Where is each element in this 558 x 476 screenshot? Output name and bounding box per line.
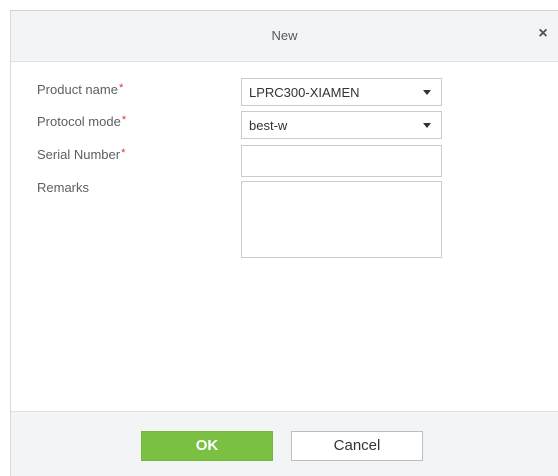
protocol-mode-label: Protocol mode* xyxy=(37,114,126,129)
product-name-label: Product name* xyxy=(37,82,123,97)
chevron-down-icon xyxy=(423,90,431,95)
ok-button[interactable]: OK xyxy=(141,431,273,461)
dialog-titlebar: New × xyxy=(11,11,558,62)
required-mark: * xyxy=(121,114,127,126)
serial-number-label-text: Serial Number xyxy=(37,147,121,162)
required-mark: * xyxy=(118,82,124,94)
dialog-footer: OK Cancel xyxy=(11,411,558,476)
product-name-value: LPRC300-XIAMEN xyxy=(249,85,360,100)
dialog-title: New xyxy=(271,28,298,43)
required-mark: * xyxy=(121,147,126,159)
protocol-mode-select[interactable]: best-w xyxy=(241,111,442,139)
product-name-label-text: Product name xyxy=(37,82,118,97)
chevron-down-icon xyxy=(423,123,431,128)
remarks-label: Remarks xyxy=(37,180,89,195)
serial-number-label: Serial Number* xyxy=(37,147,125,162)
serial-number-input[interactable] xyxy=(241,145,442,177)
cancel-button[interactable]: Cancel xyxy=(291,431,423,461)
close-icon[interactable]: × xyxy=(534,24,552,44)
protocol-mode-label-text: Protocol mode xyxy=(37,114,121,129)
protocol-mode-value: best-w xyxy=(249,118,288,133)
remarks-label-text: Remarks xyxy=(37,180,90,195)
remarks-textarea[interactable] xyxy=(241,181,442,258)
product-name-select[interactable]: LPRC300-XIAMEN xyxy=(241,78,442,106)
new-dialog: New × Product name* LPRC300-XIAMEN Proto… xyxy=(10,10,558,476)
